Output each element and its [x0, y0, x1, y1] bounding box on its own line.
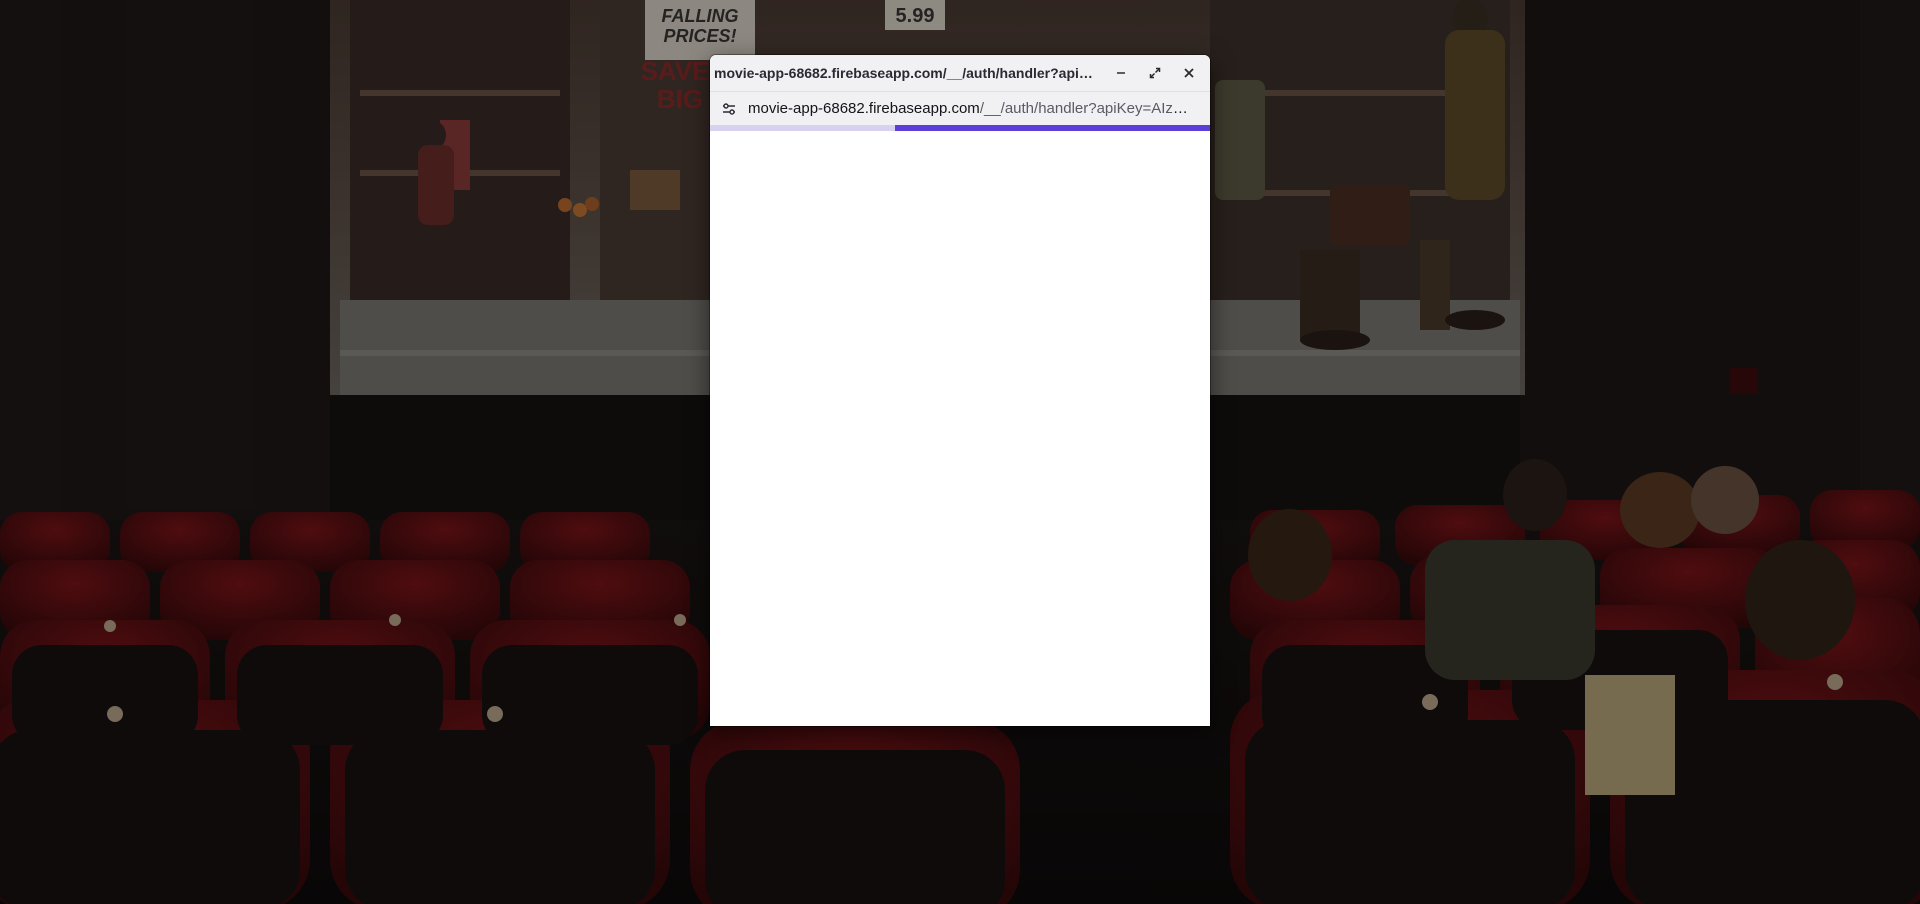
- maximize-icon: [1149, 67, 1161, 79]
- popup-url-bar[interactable]: movie-app-68682.firebaseapp.com/__/auth/…: [710, 91, 1210, 125]
- close-icon: [1184, 68, 1194, 78]
- site-info-icon: [723, 102, 735, 115]
- popup-title: movie-app-68682.firebaseapp.com/__/auth/…: [714, 65, 1104, 81]
- minimize-icon: [1117, 72, 1125, 74]
- popup-content-blank: [710, 131, 1210, 726]
- popup-url: movie-app-68682.firebaseapp.com/__/auth/…: [742, 100, 1210, 117]
- url-path: /__/auth/handler?apiKey=AIzaSyD7x6QbA1: [979, 100, 1210, 117]
- site-info-button[interactable]: [716, 96, 742, 122]
- url-domain: movie-app-68682.firebaseapp.com: [748, 100, 980, 117]
- close-button[interactable]: [1172, 59, 1206, 87]
- maximize-button[interactable]: [1138, 59, 1172, 87]
- auth-popup-window: movie-app-68682.firebaseapp.com/__/auth/…: [710, 55, 1210, 726]
- minimize-button[interactable]: [1104, 59, 1138, 87]
- popup-titlebar[interactable]: movie-app-68682.firebaseapp.com/__/auth/…: [710, 55, 1210, 91]
